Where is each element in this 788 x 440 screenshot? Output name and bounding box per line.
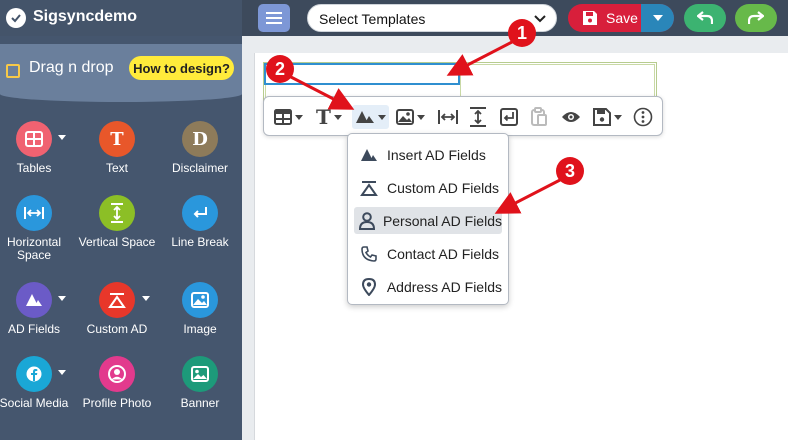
arrow-3 <box>494 178 561 214</box>
callout-1: 1 <box>508 19 536 47</box>
callout-3: 3 <box>556 157 584 185</box>
callout-2: 2 <box>266 55 294 83</box>
arrow-2 <box>288 74 355 110</box>
arrow-1 <box>446 40 513 76</box>
annotation-arrows <box>288 40 561 214</box>
